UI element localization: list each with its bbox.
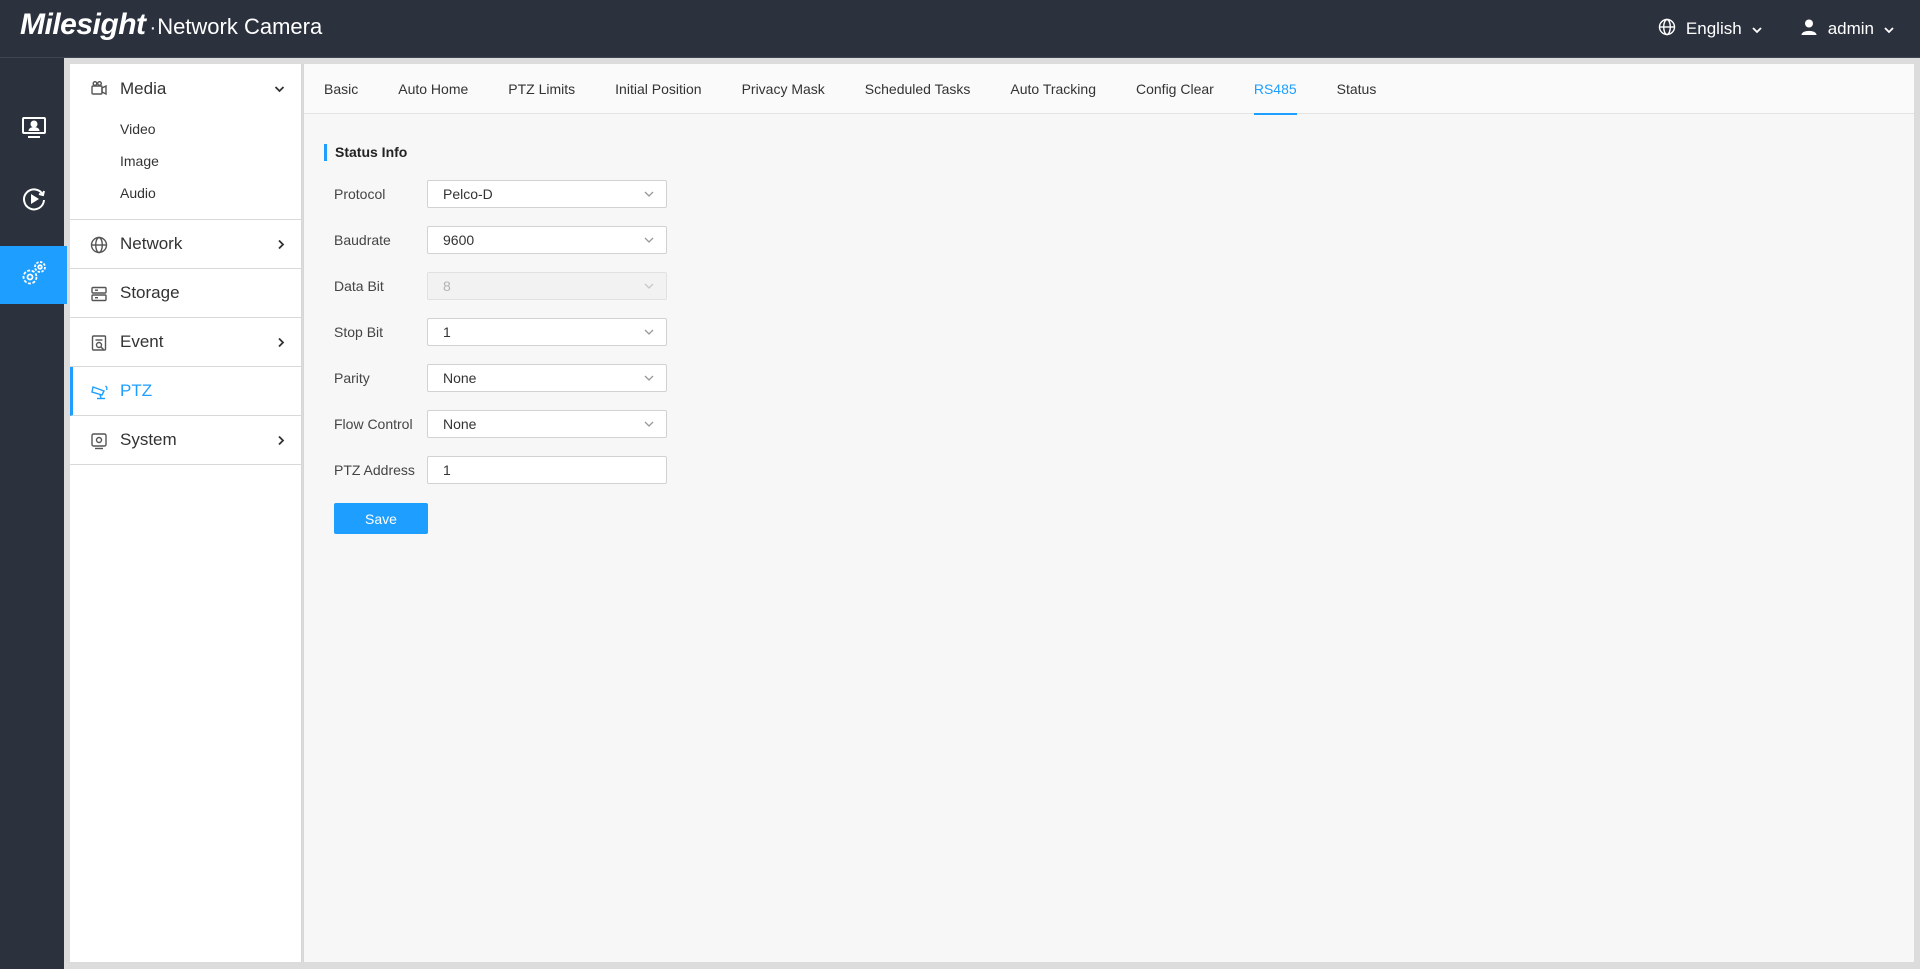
protocol-value: Pelco-D <box>443 186 493 202</box>
baudrate-row: Baudrate 9600 <box>334 226 667 254</box>
sidebar-item-label: PTZ <box>120 381 153 400</box>
sidebar-subitem-image[interactable]: Image <box>70 145 301 177</box>
brand-logo: Milesight <box>20 8 146 41</box>
parity-select[interactable]: None <box>427 364 667 392</box>
user-name: admin <box>1827 19 1874 38</box>
sidebar-subitem-audio[interactable]: Audio <box>70 177 301 209</box>
parity-value: None <box>443 370 477 386</box>
stop-bit-label: Stop Bit <box>334 324 384 340</box>
system-icon <box>90 432 108 450</box>
tab-initial-position[interactable]: Initial Position <box>595 64 721 114</box>
sidebar-item-label: Network <box>120 234 183 253</box>
tab-ptz-limits[interactable]: PTZ Limits <box>488 64 595 114</box>
sidebar-subitem-video[interactable]: Video <box>70 113 301 145</box>
sidebar-item-network[interactable]: Network <box>70 220 301 269</box>
data-bit-row: Data Bit 8 <box>334 272 667 300</box>
media-submenu: Video Image Audio <box>70 113 301 220</box>
brand: Milesight · Network Camera <box>20 8 322 48</box>
top-bar: Milesight · Network Camera English admin <box>0 0 1920 58</box>
flow-control-value: None <box>443 416 477 432</box>
rail-playback[interactable] <box>0 172 67 230</box>
chevron-right-icon <box>277 416 285 465</box>
baudrate-value: 9600 <box>443 232 475 248</box>
ptz-address-label: PTZ Address <box>334 462 415 478</box>
chevron-down-icon <box>1884 19 1894 39</box>
ptz-tabs: Basic Auto Home PTZ Limits Initial Posit… <box>304 64 1914 115</box>
protocol-label: Protocol <box>334 186 386 202</box>
baudrate-select[interactable]: 9600 <box>427 226 667 254</box>
settings-sidebar: Media Video Image Audio Network Storage … <box>70 64 302 962</box>
tab-auto-tracking[interactable]: Auto Tracking <box>990 64 1116 114</box>
parity-row: Parity None <box>334 364 667 392</box>
baudrate-label: Baudrate <box>334 232 391 248</box>
protocol-row: Protocol Pelco-D <box>334 180 667 208</box>
sidebar-item-label: System <box>120 430 177 449</box>
ptz-address-row: PTZ Address <box>334 456 667 484</box>
settings-icon <box>19 258 49 293</box>
sidebar-item-label: Event <box>120 332 164 351</box>
sidebar-item-event[interactable]: Event <box>70 318 301 367</box>
sidebar-item-label: Media <box>120 78 167 98</box>
language-label: English <box>1685 19 1742 38</box>
tab-config-clear[interactable]: Config Clear <box>1116 64 1234 114</box>
flow-control-select[interactable]: None <box>427 410 667 438</box>
data-bit-select: 8 <box>427 272 667 300</box>
flow-control-label: Flow Control <box>334 416 413 432</box>
ptz-camera-icon <box>90 383 108 401</box>
section-title: Status Info <box>324 144 407 161</box>
protocol-select[interactable]: Pelco-D <box>427 180 667 208</box>
ptz-address-input[interactable] <box>427 456 667 484</box>
chevron-down-icon <box>644 370 654 386</box>
tab-privacy-mask[interactable]: Privacy Mask <box>722 64 845 114</box>
sidebar-item-system[interactable]: System <box>70 416 301 465</box>
globe-icon <box>1658 18 1676 41</box>
chevron-down-icon <box>644 186 654 202</box>
parity-label: Parity <box>334 370 370 386</box>
user-menu[interactable]: admin <box>1800 18 1894 41</box>
stop-bit-select[interactable]: 1 <box>427 318 667 346</box>
tab-basic[interactable]: Basic <box>324 64 378 114</box>
tab-auto-home[interactable]: Auto Home <box>378 64 488 114</box>
playback-icon <box>21 186 47 217</box>
rail-settings[interactable] <box>0 246 67 304</box>
chevron-down-icon <box>644 324 654 340</box>
chevron-down-icon <box>644 232 654 248</box>
sidebar-item-media[interactable]: Media <box>70 64 301 113</box>
product-name: Network Camera <box>157 14 323 39</box>
sidebar-item-label: Storage <box>120 283 180 302</box>
storage-icon <box>90 285 108 303</box>
tab-status[interactable]: Status <box>1317 64 1397 114</box>
left-rail <box>0 58 67 969</box>
live-view-icon <box>21 116 47 145</box>
user-icon <box>1800 18 1818 41</box>
chevron-right-icon <box>277 220 285 269</box>
chevron-down-icon <box>1752 19 1762 39</box>
save-button[interactable]: Save <box>334 503 428 534</box>
stop-bit-row: Stop Bit 1 <box>334 318 667 346</box>
rail-live-view[interactable] <box>0 101 67 159</box>
chevron-down-icon <box>644 416 654 432</box>
chevron-down-icon <box>644 278 654 294</box>
brand-separator: · <box>149 17 157 39</box>
chevron-down-icon <box>274 64 285 113</box>
tab-rs485[interactable]: RS485 <box>1234 64 1317 115</box>
stop-bit-value: 1 <box>443 324 451 340</box>
camera-icon <box>90 80 108 98</box>
globe-icon <box>90 236 108 254</box>
flow-control-row: Flow Control None <box>334 410 667 438</box>
sidebar-item-storage[interactable]: Storage <box>70 269 301 318</box>
main-content: Basic Auto Home PTZ Limits Initial Posit… <box>303 64 1914 962</box>
tab-scheduled-tasks[interactable]: Scheduled Tasks <box>845 64 991 114</box>
data-bit-value: 8 <box>443 278 451 294</box>
language-selector[interactable]: English <box>1658 18 1762 41</box>
sidebar-item-ptz[interactable]: PTZ <box>70 367 301 416</box>
chevron-right-icon <box>277 318 285 367</box>
event-icon <box>90 334 108 352</box>
data-bit-label: Data Bit <box>334 278 384 294</box>
